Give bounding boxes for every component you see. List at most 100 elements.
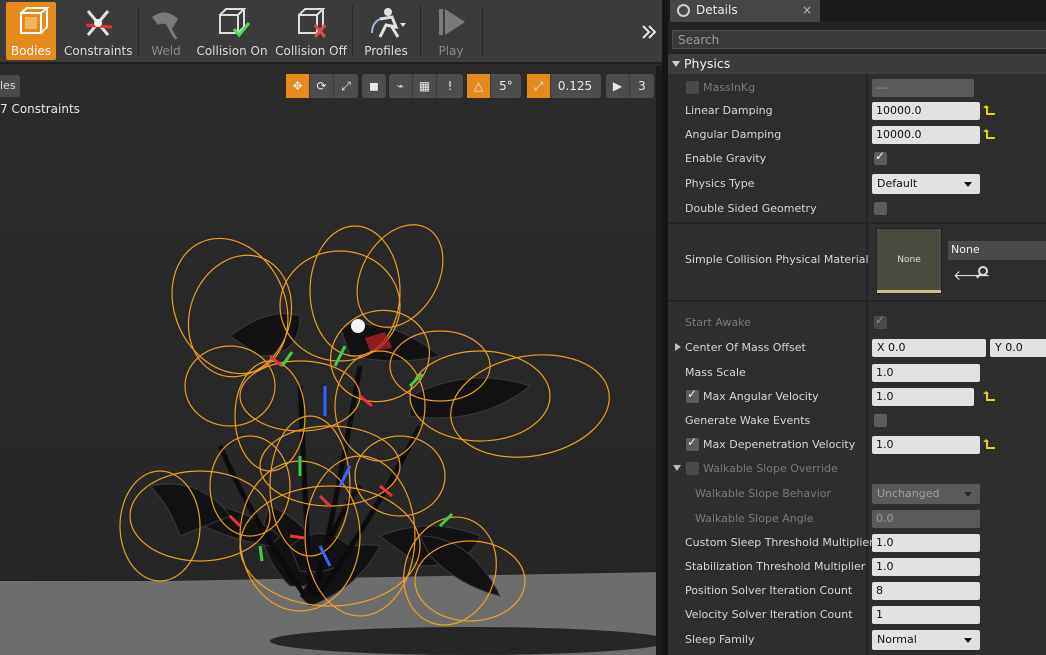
rotate-mode-icon[interactable]: ⟳ xyxy=(310,74,334,98)
row-position-solver-iterations: Position Solver Iteration Count 8 xyxy=(668,579,1046,603)
scale-snap-value[interactable]: 0.125 xyxy=(551,74,599,98)
details-tab-bar: Details × xyxy=(668,0,1046,22)
generate-wake-events-checkbox[interactable] xyxy=(874,414,887,427)
row-mass-scale: Mass Scale 1.0 xyxy=(668,361,1046,385)
linear-damping-field[interactable]: 10000.0 xyxy=(872,102,980,120)
world-space-icon[interactable]: ◼ xyxy=(362,74,386,98)
mass-scale-field[interactable]: 1.0 xyxy=(872,364,980,382)
max-depenetration-field[interactable]: 1.0 xyxy=(872,436,980,454)
weld-label: Weld xyxy=(151,44,181,58)
viewport-tab-label: les xyxy=(0,79,16,92)
max-depenetration-checkbox[interactable] xyxy=(686,435,699,451)
material-name-combo[interactable]: None xyxy=(948,241,1046,260)
start-awake-label: Start Awake xyxy=(685,316,751,329)
profiles-label: Profiles xyxy=(364,44,408,58)
coordinate-space-group: ◼ xyxy=(362,74,386,98)
scale-snap-icon[interactable]: ⤢ xyxy=(527,74,551,98)
collapse-arrow-icon xyxy=(672,61,680,67)
max-angular-velocity-field[interactable]: 1.0 xyxy=(872,388,974,406)
row-double-sided-geometry: Double Sided Geometry xyxy=(668,197,1046,221)
walkable-slope-behavior-dropdown[interactable]: Unchanged xyxy=(872,484,980,504)
row-start-awake: Start Awake xyxy=(668,311,1046,335)
play-icon xyxy=(439,9,465,35)
toolbar-separator xyxy=(482,6,483,56)
play-button[interactable]: Play xyxy=(424,2,478,60)
rotation-snap-group: △ 5° xyxy=(467,74,521,98)
collapse-arrow-icon[interactable] xyxy=(673,465,681,471)
rotation-snap-value[interactable]: 5° xyxy=(491,74,521,98)
reset-to-default-icon[interactable] xyxy=(983,105,995,115)
camera-speed-icon[interactable]: ▶ xyxy=(606,74,630,98)
com-x-field[interactable]: X 0.0 xyxy=(872,339,986,357)
sleep-family-dropdown[interactable]: Normal xyxy=(872,630,980,650)
reset-to-default-icon[interactable] xyxy=(983,129,995,139)
row-walkable-slope-angle: Walkable Slope Angle 0.0 xyxy=(668,507,1046,531)
angular-damping-field[interactable]: 10000.0 xyxy=(872,126,980,144)
collision-off-button[interactable]: Collision Off xyxy=(274,2,348,60)
physics-category-header[interactable]: Physics xyxy=(668,54,1046,74)
rotation-snap-icon[interactable]: △ xyxy=(467,74,491,98)
double-sided-geometry-label: Double Sided Geometry xyxy=(685,202,817,215)
expand-arrow-icon[interactable] xyxy=(675,343,681,351)
material-thumbnail[interactable]: None xyxy=(876,228,942,294)
sleep-family-label: Sleep Family xyxy=(685,633,755,646)
mass-in-kg-checkbox[interactable] xyxy=(686,81,699,94)
physics-viewport[interactable]: les 7 Constraints ✥ ⟳ ⤢ ◼ ⌁ ▦ ! △ 5° ⤢ 0… xyxy=(0,66,662,655)
double-sided-geometry-checkbox[interactable] xyxy=(874,202,887,215)
reset-to-default-icon[interactable] xyxy=(983,391,995,401)
profiles-button[interactable]: Profiles xyxy=(356,2,416,60)
velocity-solver-field[interactable]: 1 xyxy=(872,606,980,624)
position-solver-field[interactable]: 8 xyxy=(872,582,980,600)
max-angular-velocity-checkbox[interactable] xyxy=(686,387,699,403)
row-velocity-solver-iterations: Velocity Solver Iteration Count 1 xyxy=(668,603,1046,627)
physics-asset-toolbar: Bodies Constraints Weld Collision On Col… xyxy=(0,0,662,64)
row-max-angular-velocity: Max Angular Velocity 1.0 xyxy=(668,385,1046,409)
collision-on-label: Collision On xyxy=(196,44,268,58)
double-chevron-right-icon[interactable] xyxy=(641,24,657,40)
row-sleep-family: Sleep Family Normal xyxy=(668,628,1046,652)
stabilization-threshold-field[interactable]: 1.0 xyxy=(872,558,980,576)
weld-button[interactable]: Weld xyxy=(142,2,190,60)
grid-snap-icon[interactable]: ▦ xyxy=(413,74,437,98)
browse-search-icon[interactable] xyxy=(978,266,988,276)
row-stabilization-threshold: Stabilization Threshold Multiplier 1.0 xyxy=(668,555,1046,579)
editor-left-pane: Bodies Constraints Weld Collision On Col… xyxy=(0,0,662,655)
grid-snap-toggle[interactable]: ! xyxy=(437,74,463,98)
com-y-field[interactable]: Y 0.0 xyxy=(990,339,1046,357)
enable-gravity-checkbox[interactable] xyxy=(874,149,887,165)
plant-physics-asset-render xyxy=(0,224,656,655)
mass-in-kg-field[interactable]: --- xyxy=(872,79,974,97)
bodies-label: Bodies xyxy=(10,44,52,58)
weld-icon xyxy=(152,12,178,40)
walkable-slope-angle-field[interactable]: 0.0 xyxy=(872,510,980,528)
bodies-button[interactable]: Bodies xyxy=(6,2,56,60)
close-icon[interactable]: × xyxy=(802,3,812,17)
start-awake-checkbox[interactable] xyxy=(874,313,887,329)
row-walkable-slope-override: Walkable Slope Override xyxy=(668,457,1046,481)
translate-mode-icon[interactable]: ✥ xyxy=(286,74,310,98)
row-physics-type: Physics Type Default xyxy=(668,172,1046,196)
details-tab-title: Details xyxy=(696,3,738,17)
mass-scale-label: Mass Scale xyxy=(685,366,746,379)
constraints-button[interactable]: Constraints xyxy=(64,2,132,60)
reset-to-default-icon[interactable] xyxy=(983,439,995,449)
collision-off-label: Collision Off xyxy=(275,44,347,58)
row-generate-wake-events: Generate Wake Events xyxy=(668,409,1046,433)
row-enable-gravity: Enable Gravity xyxy=(668,147,1046,171)
collision-on-button[interactable]: Collision On xyxy=(196,2,268,60)
play-label: Play xyxy=(438,44,464,58)
physics-type-dropdown[interactable]: Default xyxy=(872,174,980,194)
walkable-slope-override-label: Walkable Slope Override xyxy=(703,462,838,475)
surface-snapping-icon[interactable]: ⌁ xyxy=(389,74,413,98)
details-info-icon xyxy=(677,4,690,17)
details-search-input[interactable]: Search xyxy=(672,30,1046,49)
camera-speed-value[interactable]: 3 xyxy=(630,74,654,98)
scale-mode-icon[interactable]: ⤢ xyxy=(334,74,358,98)
row-walkable-slope-behavior: Walkable Slope Behavior Unchanged xyxy=(668,482,1046,506)
details-tab[interactable]: Details × xyxy=(670,0,820,22)
walkable-slope-override-checkbox[interactable] xyxy=(686,462,699,475)
camera-speed-group: ▶ 3 xyxy=(606,74,654,98)
sleep-threshold-field[interactable]: 1.0 xyxy=(872,534,980,552)
viewport-tab[interactable]: les xyxy=(0,75,20,97)
walkable-slope-behavior-label: Walkable Slope Behavior xyxy=(695,487,832,500)
